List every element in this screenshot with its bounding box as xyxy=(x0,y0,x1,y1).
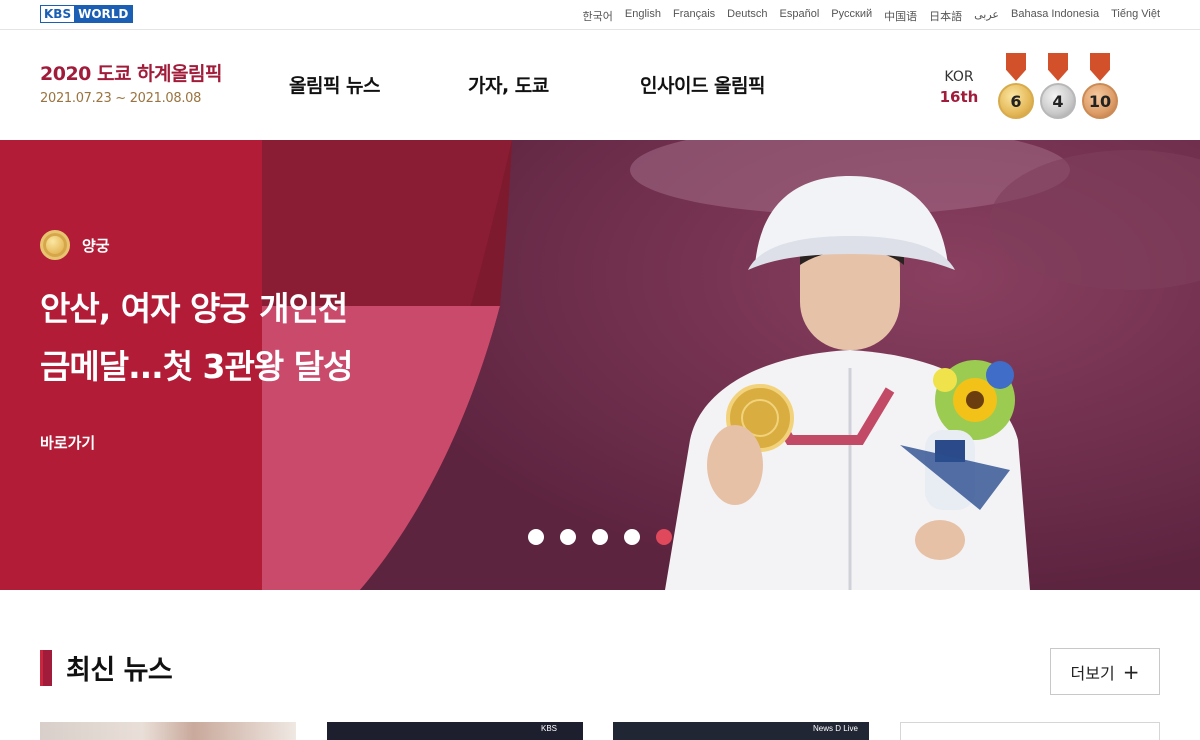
site-header: 2020 도쿄 하계올림픽 2021.07.23 ~ 2021.08.08 올림… xyxy=(0,30,1200,140)
silver-medal-count: 4 xyxy=(1040,53,1076,119)
news-thumbnail-3[interactable]: News D Live xyxy=(613,722,869,740)
thumb-caption-kbs: KBS xyxy=(541,724,558,733)
carousel-dot-3[interactable] xyxy=(592,529,608,545)
lang-french[interactable]: Français xyxy=(673,8,715,24)
gold-medal-count: 6 xyxy=(998,53,1034,119)
nav-go-tokyo[interactable]: 가자, 도쿄 xyxy=(468,71,549,98)
section-accent-bar xyxy=(40,649,52,686)
bronze-medal-icon: 10 xyxy=(1082,83,1118,119)
lang-indonesian[interactable]: Bahasa Indonesia xyxy=(1011,8,1099,24)
hero-headline-line-2: 금메달...첫 3관왕 달성 xyxy=(40,347,353,386)
nav-olympic-news[interactable]: 올림픽 뉴스 xyxy=(289,71,381,98)
hero-sport-badge: 양궁 xyxy=(40,230,110,260)
country-rank-value: 16th xyxy=(939,88,979,106)
language-menu: 한국어 English Français Deutsch Español Рус… xyxy=(583,8,1160,24)
bronze-medal-count: 10 xyxy=(1082,53,1118,119)
news-thumbnail-1[interactable] xyxy=(40,722,296,740)
hero-headline-line-1: 안산, 여자 양궁 개인전 xyxy=(40,289,348,328)
logo-kbs-text: KBS xyxy=(41,6,75,22)
medal-ribbon-icon xyxy=(1048,53,1068,81)
gold-medal-icon: 6 xyxy=(998,83,1034,119)
country-code: KOR xyxy=(944,69,974,85)
country-rank: KOR 16th xyxy=(936,67,982,107)
hero-banner[interactable]: 양궁 안산, 여자 양궁 개인전 금메달...첫 3관왕 달성 바로가기 xyxy=(0,140,1200,590)
event-title[interactable]: 2020 도쿄 하계올림픽 xyxy=(40,59,222,86)
carousel-dot-1[interactable] xyxy=(528,529,544,545)
hero-goto-link[interactable]: 바로가기 xyxy=(40,432,95,453)
lang-chinese[interactable]: 中国语 xyxy=(884,8,917,24)
carousel-dot-2[interactable] xyxy=(560,529,576,545)
medal-ribbon-icon xyxy=(1006,53,1026,81)
lang-german[interactable]: Deutsch xyxy=(727,8,767,24)
thumb-caption-live: News D Live xyxy=(813,724,858,733)
logo-world-text: WORLD xyxy=(74,6,133,22)
lang-korean[interactable]: 한국어 xyxy=(583,8,613,24)
latest-news-header: 최신 뉴스 xyxy=(40,648,173,687)
carousel-dot-5-active[interactable] xyxy=(656,529,672,545)
event-dates: 2021.07.23 ~ 2021.08.08 xyxy=(40,91,202,106)
medal-ribbon-icon xyxy=(1090,53,1110,81)
carousel-pagination xyxy=(528,529,672,545)
more-button-label: 더보기 xyxy=(1070,663,1115,683)
lang-russian[interactable]: Русский xyxy=(831,8,872,24)
hero-headline[interactable]: 안산, 여자 양궁 개인전 금메달...첫 3관왕 달성 xyxy=(40,280,460,396)
news-thumbnail-2[interactable]: KBS xyxy=(327,722,583,740)
more-news-button[interactable]: 더보기 + xyxy=(1050,648,1160,695)
kbs-world-logo[interactable]: KBS WORLD xyxy=(40,5,134,23)
silver-medal-icon: 4 xyxy=(1040,83,1076,119)
top-bar: KBS WORLD 한국어 English Français Deutsch E… xyxy=(0,0,1200,30)
gold-medal-icon xyxy=(40,230,70,260)
lang-english[interactable]: English xyxy=(625,8,661,24)
hero-sport-label: 양궁 xyxy=(82,236,110,255)
carousel-dot-4[interactable] xyxy=(624,529,640,545)
latest-news-title: 최신 뉴스 xyxy=(66,655,173,686)
lang-arabic[interactable]: عربى xyxy=(974,8,999,24)
lang-spanish[interactable]: Español xyxy=(780,8,820,24)
news-thumbnail-4[interactable] xyxy=(900,722,1160,740)
plus-icon: + xyxy=(1122,659,1140,684)
lang-vietnamese[interactable]: Tiếng Việt xyxy=(1111,8,1160,24)
lang-japanese[interactable]: 日本語 xyxy=(929,8,962,24)
nav-inside-olympic[interactable]: 인사이드 올림픽 xyxy=(640,71,765,98)
